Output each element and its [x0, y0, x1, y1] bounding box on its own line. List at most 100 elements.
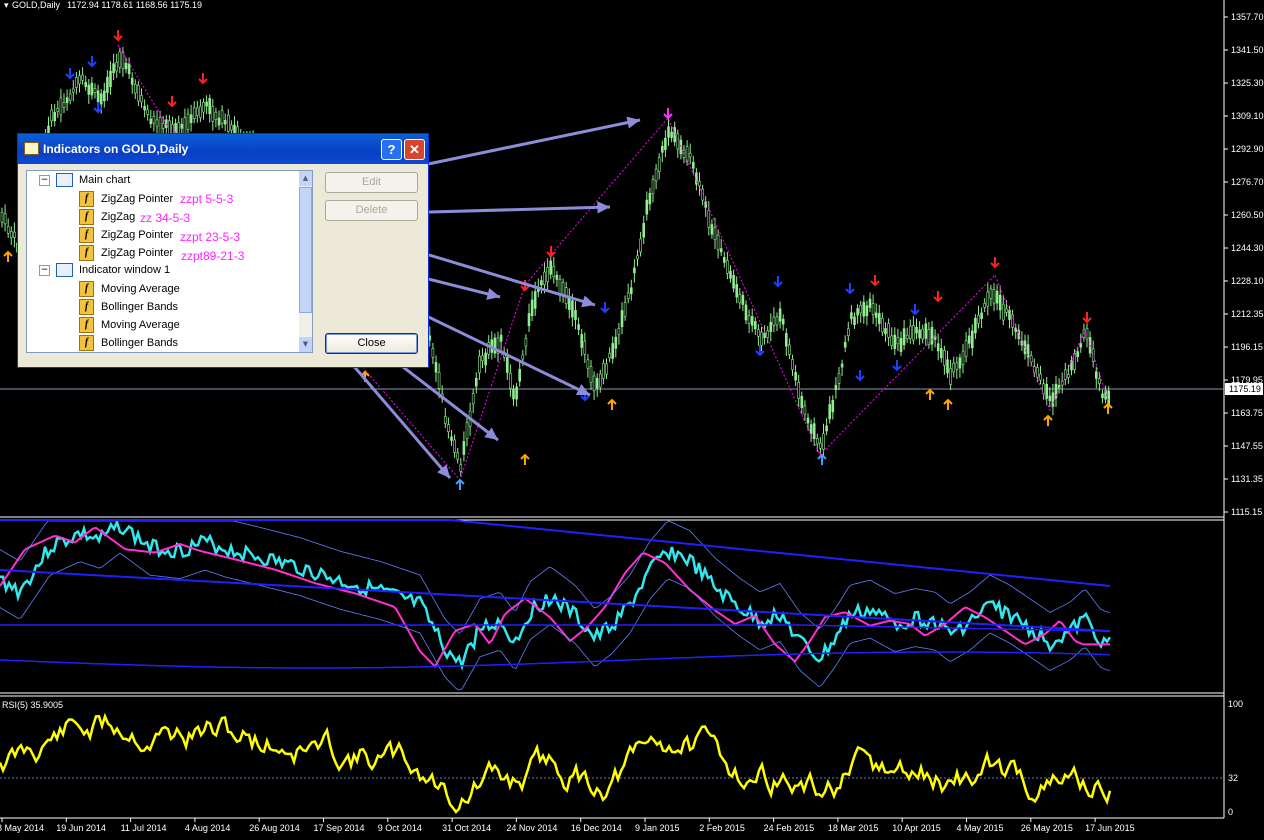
tree-item-bollinger-bands-2[interactable]: f Bollinger Bands	[79, 335, 178, 352]
candle-body	[112, 63, 115, 74]
candle-body	[772, 316, 776, 326]
candle-body	[958, 357, 962, 369]
candle-body	[505, 357, 509, 373]
tree-item-zigzag-pointer-2[interactable]: f ZigZag Pointer	[79, 227, 173, 245]
candle-body	[146, 109, 149, 115]
date-tick-label: 4 Aug 2014	[185, 823, 231, 833]
candle-body	[1008, 309, 1011, 320]
tree-node-main-chart[interactable]: − Main chart	[39, 173, 130, 191]
tree-item-zigzag-pointer-1[interactable]: f ZigZag Pointer	[79, 191, 173, 209]
candle-body	[722, 257, 726, 263]
candle-body	[819, 442, 822, 449]
candle-body	[1042, 383, 1045, 395]
tree-item-moving-average-2[interactable]: f Moving Average	[79, 317, 180, 335]
candle-body	[781, 318, 785, 325]
date-tick-label: 11 Jul 2014	[121, 823, 167, 833]
candle-body	[881, 317, 884, 333]
candle-body	[803, 405, 807, 415]
candle-body	[434, 362, 438, 373]
candle-body	[124, 62, 128, 70]
candle-body	[995, 290, 999, 304]
candle-body	[140, 95, 143, 103]
candle-body	[217, 117, 221, 126]
candle-body	[552, 265, 556, 278]
candle-body	[921, 328, 925, 340]
candle-body	[642, 223, 646, 238]
arrow-up-icon	[1043, 414, 1053, 426]
candle-body	[1098, 378, 1101, 384]
candle-body	[760, 331, 763, 346]
candle-body	[143, 105, 146, 111]
scroll-down-icon[interactable]: ▼	[299, 337, 312, 352]
tree-item-bollinger-bands-1[interactable]: f Bollinger Bands	[79, 299, 178, 317]
tree-item-zigzag[interactable]: f ZigZag	[79, 209, 135, 227]
candle-body	[567, 296, 571, 310]
candle-body	[524, 337, 528, 347]
date-tick-label: 24 Nov 2014	[506, 823, 557, 833]
candle-body	[484, 352, 487, 366]
dialog-titlebar[interactable]: Indicators on GOLD,Daily ? ✕	[18, 134, 428, 164]
candle-body	[10, 230, 13, 238]
indicator-icon: f	[79, 317, 94, 333]
arrow-down-icon	[933, 291, 943, 303]
tree-item-zigzag-pointer-3[interactable]: f ZigZag Pointer	[79, 245, 173, 263]
candle-body	[127, 63, 131, 75]
scroll-thumb[interactable]	[299, 187, 312, 313]
candle-body	[447, 424, 450, 432]
candle-body	[865, 305, 869, 317]
arrow-up-icon	[607, 398, 617, 410]
chart-canvas[interactable]: ▾ GOLD,Daily 1172.94 1178.61 1168.56 117…	[0, 0, 1264, 840]
custom-indicator-icon: f	[79, 191, 94, 207]
edit-button[interactable]: Edit	[325, 172, 418, 193]
collapse-icon[interactable]: −	[39, 264, 50, 276]
rsi-axis: 100 32 0	[1228, 699, 1243, 817]
candle-body	[50, 109, 53, 122]
close-window-button[interactable]: ✕	[404, 139, 425, 160]
candle-body	[183, 117, 187, 134]
candle-body	[825, 425, 828, 432]
candle-body	[936, 343, 940, 352]
candle-body	[629, 287, 633, 294]
candle-body	[791, 359, 794, 370]
price-tick-label: 1131.35	[1231, 474, 1263, 484]
candle-body	[617, 327, 621, 336]
candle-body	[837, 373, 841, 384]
current-price-value: 1175.19	[1229, 384, 1261, 394]
candle-body	[915, 326, 918, 334]
candle-body	[974, 317, 977, 334]
candle-body	[710, 224, 714, 235]
arrow-up-icon	[3, 250, 13, 262]
delete-button[interactable]: Delete	[325, 200, 418, 221]
candle-body	[437, 372, 441, 389]
candle-body	[515, 386, 518, 400]
candle-body	[664, 137, 667, 151]
candle-body	[543, 271, 546, 286]
candle-body	[533, 291, 537, 309]
candle-body	[1048, 395, 1052, 402]
tree-item-moving-average-1[interactable]: f Moving Average	[79, 281, 180, 299]
close-button[interactable]: Close	[325, 333, 418, 354]
scroll-up-icon[interactable]: ▲	[299, 171, 312, 186]
candle-body	[1045, 383, 1048, 399]
date-tick-label: 2 Feb 2015	[699, 823, 745, 833]
candle-body	[896, 336, 900, 345]
candle-body	[161, 123, 165, 129]
indicators-tree[interactable]: − Main chart f ZigZag Pointer f ZigZag f Zig…	[26, 170, 313, 353]
candle-body	[986, 291, 990, 307]
tree-scrollbar[interactable]: ▲ ▼	[299, 171, 312, 352]
candle-body	[877, 313, 881, 324]
candle-body	[199, 105, 202, 118]
help-button[interactable]: ?	[381, 139, 402, 160]
date-tick-label: 16 Dec 2014	[571, 823, 622, 833]
candle-body	[930, 326, 934, 345]
candle-body	[453, 439, 456, 453]
collapse-icon[interactable]: −	[39, 174, 50, 186]
candle-body	[738, 294, 742, 304]
candle-body	[1005, 308, 1008, 313]
date-tick-label: 17 Jun 2015	[1085, 823, 1135, 833]
candle-body	[1095, 371, 1098, 379]
candle-body	[1039, 373, 1042, 381]
date-tick-label: 9 Jan 2015	[635, 823, 680, 833]
tree-node-indicator-window[interactable]: − Indicator window 1	[39, 263, 170, 281]
annotation-zz-34-5-3: zz 34-5-3	[140, 211, 191, 225]
